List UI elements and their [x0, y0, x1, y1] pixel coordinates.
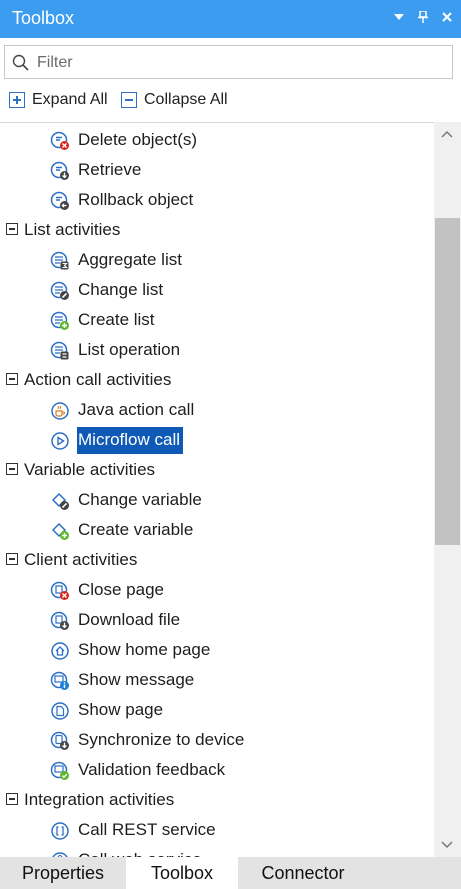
tree-item-aggregate-list[interactable]: Aggregate list — [0, 245, 434, 275]
search-icon — [12, 54, 29, 71]
tab-properties[interactable]: Properties — [0, 857, 126, 889]
tree-item-create-list[interactable]: Create list — [0, 305, 434, 335]
show-home-page-icon — [51, 642, 69, 660]
collapse-toggle-icon[interactable] — [6, 463, 18, 475]
tree-item-show-home-page[interactable]: Show home page — [0, 635, 434, 665]
collapse-all-label: Collapse All — [144, 91, 228, 108]
collapse-toggle-icon[interactable] — [6, 373, 18, 385]
tree-category-label: Client activities — [24, 550, 138, 569]
close-icon[interactable] — [441, 10, 453, 24]
tree-item-label: Show page — [78, 700, 164, 719]
tree-item-label: Show home page — [78, 640, 211, 659]
tree-category-client-activities[interactable]: Client activities — [0, 545, 434, 575]
tree-item-label: Change list — [78, 280, 164, 299]
tree-item-synchronize-to-device[interactable]: Synchronize to device — [0, 725, 434, 755]
tree-item-label: Java action call — [78, 400, 195, 419]
tree-item-label: Aggregate list — [78, 250, 182, 269]
tree-item-label: Create list — [78, 310, 155, 329]
validation-feedback-icon — [50, 761, 69, 780]
tree-item-show-message[interactable]: Show message — [0, 665, 434, 695]
tree-item-change-list[interactable]: Change list — [0, 275, 434, 305]
tree-item-label: Synchronize to device — [78, 730, 245, 749]
java-action-call-icon — [51, 402, 69, 420]
panel-title: Toolbox — [12, 8, 75, 28]
tree-category-label: Integration activities — [24, 790, 175, 809]
download-file-icon — [50, 611, 69, 630]
scroll-down-icon[interactable] — [439, 839, 455, 851]
synchronize-to-device-icon — [50, 731, 69, 750]
create-variable-icon — [51, 522, 69, 540]
tree-item-show-page[interactable]: Show page — [0, 695, 434, 725]
tree-item-list-operation[interactable]: List operation — [0, 335, 434, 365]
scrollbar-thumb[interactable] — [435, 218, 460, 545]
tree-item-label: Show message — [78, 670, 195, 689]
tree-item-create-variable[interactable]: Create variable — [0, 515, 434, 545]
change-list-icon — [50, 281, 69, 300]
delete-object-icon — [50, 131, 69, 150]
create-list-icon — [50, 311, 69, 330]
retrieve-icon — [50, 161, 69, 180]
tree-scrollbar[interactable] — [434, 122, 461, 857]
expand-all-button[interactable]: Expand All — [9, 91, 108, 109]
microflow-call-icon — [51, 432, 69, 450]
panel-tabs: Properties Toolbox Connector — [0, 857, 461, 889]
toolbox-tree: Delete object(s) Retrieve Rollback objec… — [0, 122, 434, 858]
tree-category-action-call-activities[interactable]: Action call activities — [0, 365, 434, 395]
tree-category-label: Variable activities — [24, 460, 156, 479]
tree-item-call-rest-service[interactable]: Call REST service — [0, 815, 434, 845]
close-page-icon — [50, 581, 69, 600]
tree-category-label: List activities — [24, 220, 121, 239]
list-operation-icon — [50, 341, 69, 360]
tree-item-rollback-object[interactable]: Rollback object — [0, 185, 434, 215]
expand-all-icon — [9, 92, 25, 108]
panel-title-bar: Toolbox — [0, 0, 461, 38]
tree-item-label: Validation feedback — [78, 760, 226, 779]
scroll-up-icon[interactable] — [439, 128, 455, 140]
tree-item-validation-feedback[interactable]: Validation feedback — [0, 755, 434, 785]
rollback-object-icon — [50, 191, 69, 210]
tree-category-label: Action call activities — [24, 370, 172, 389]
collapse-toggle-icon[interactable] — [6, 553, 18, 565]
collapse-toggle-icon[interactable] — [6, 793, 18, 805]
dropdown-icon[interactable] — [393, 10, 405, 24]
pin-icon[interactable] — [417, 10, 429, 24]
tree-item-label: Microflow call — [77, 427, 184, 454]
tree-item-delete-object[interactable]: Delete object(s) — [0, 125, 434, 155]
tree-item-retrieve[interactable]: Retrieve — [0, 155, 434, 185]
tree-category-integration-activities[interactable]: Integration activities — [0, 785, 434, 815]
tree-item-microflow-call[interactable]: Microflow call — [0, 425, 434, 455]
tree-item-label: Retrieve — [78, 160, 142, 179]
tree-item-close-page[interactable]: Close page — [0, 575, 434, 605]
tree-category-list-activities[interactable]: List activities — [0, 215, 434, 245]
tree-item-java-action-call[interactable]: Java action call — [0, 395, 434, 425]
tree-item-label: Delete object(s) — [78, 130, 198, 149]
show-message-icon — [50, 671, 69, 690]
tree-item-label: Rollback object — [78, 190, 194, 209]
filter-input[interactable] — [35, 51, 439, 75]
tree-item-label: Create variable — [78, 520, 194, 539]
change-variable-icon — [51, 492, 69, 510]
collapse-all-icon — [121, 92, 137, 108]
tree-category-variable-activities[interactable]: Variable activities — [0, 455, 434, 485]
tree-item-download-file[interactable]: Download file — [0, 605, 434, 635]
tree-item-label: List operation — [78, 340, 181, 359]
expand-all-label: Expand All — [32, 91, 108, 108]
collapse-all-button[interactable]: Collapse All — [121, 91, 228, 109]
tree-item-label: Download file — [78, 610, 181, 629]
show-page-icon — [51, 702, 69, 720]
tab-toolbox[interactable]: Toolbox — [126, 857, 238, 889]
call-rest-service-icon — [51, 822, 69, 840]
tree-item-change-variable[interactable]: Change variable — [0, 485, 434, 515]
aggregate-list-icon — [50, 251, 69, 270]
tab-connector[interactable]: Connector — [238, 857, 368, 889]
tree-item-label: Call REST service — [78, 820, 216, 839]
tree-item-label: Close page — [78, 580, 165, 599]
collapse-toggle-icon[interactable] — [6, 223, 18, 235]
toolbox-actions: Expand All Collapse All — [0, 88, 461, 118]
filter-box[interactable] — [4, 45, 453, 79]
tree-item-label: Change variable — [78, 490, 202, 509]
